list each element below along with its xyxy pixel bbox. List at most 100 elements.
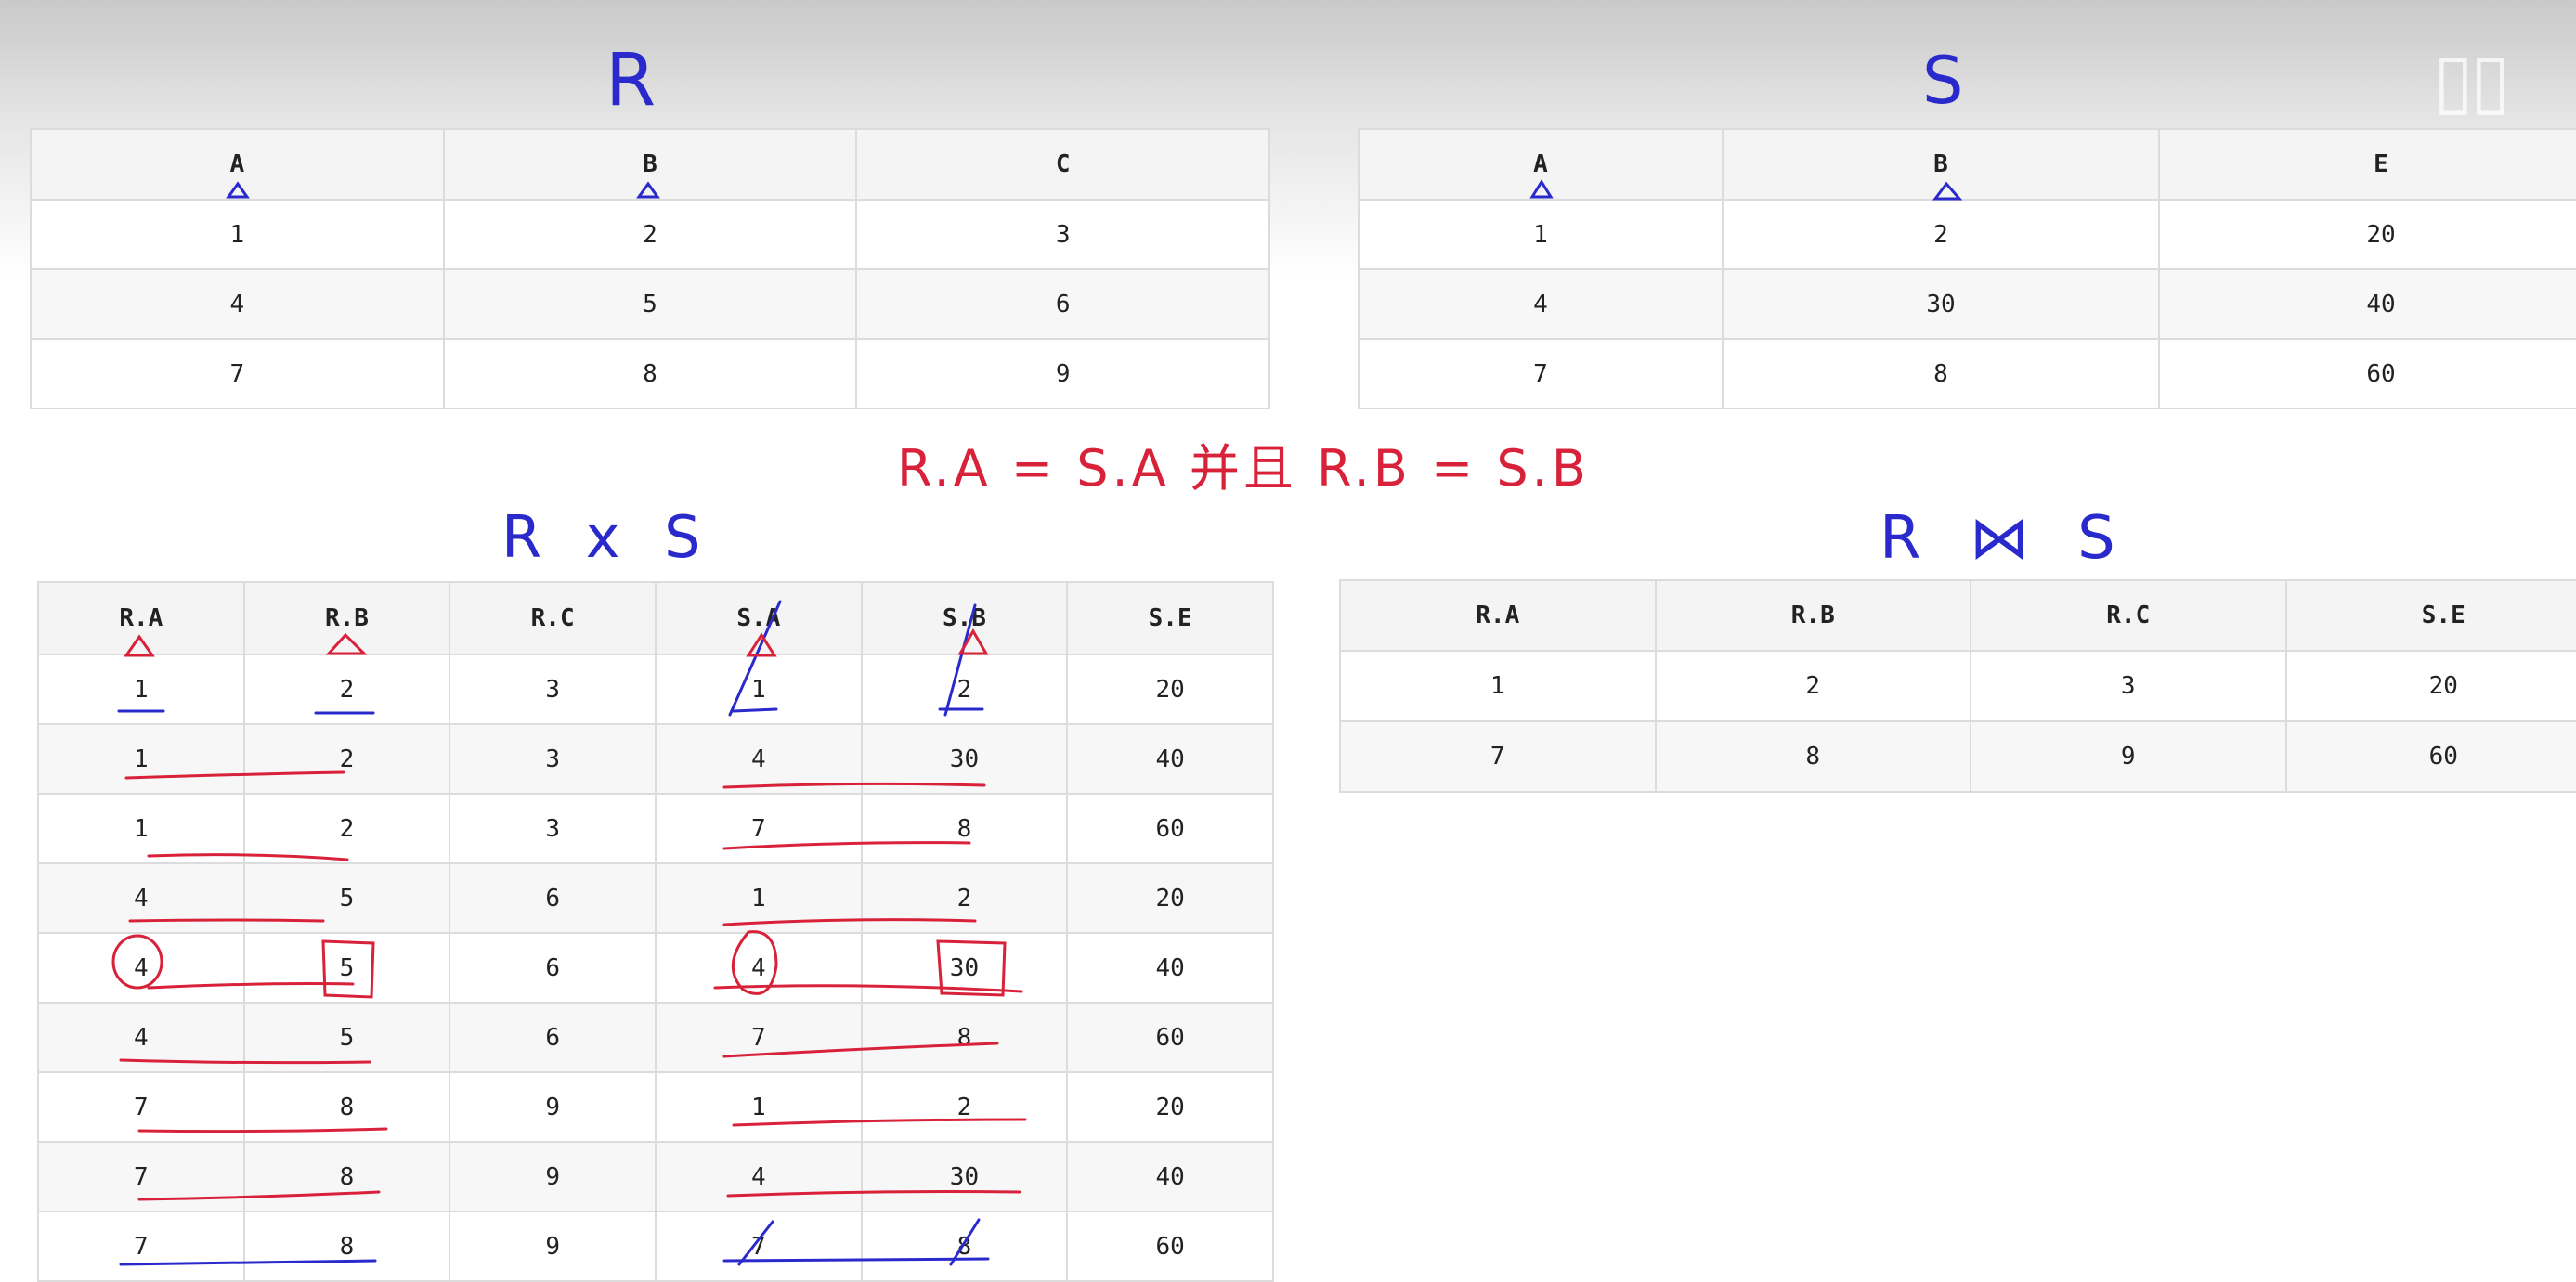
- table-cell: 1: [1359, 200, 1723, 269]
- table-cell: 9: [1971, 721, 2286, 792]
- column-header: C: [856, 129, 1269, 200]
- table-s: A B E 1 2 20 4 30 40 7 8 60: [1358, 128, 2576, 409]
- column-header: A: [31, 129, 444, 200]
- column-header: B: [444, 129, 857, 200]
- column-header: R.C: [1971, 580, 2286, 651]
- table-row: 1 2 20: [1359, 200, 2576, 269]
- table-row: 4 5 6 4 30 40: [38, 933, 1273, 1003]
- table-cell: 30: [862, 1142, 1068, 1211]
- table-cell: 30: [862, 933, 1068, 1003]
- table-cell: 20: [2286, 651, 2576, 721]
- column-header: R.C: [449, 582, 656, 654]
- table-cell: 2: [244, 724, 450, 794]
- table-cell: 7: [1359, 339, 1723, 408]
- table-cell: 9: [449, 1211, 656, 1281]
- table-natural-join: R.A R.B R.C S.E 1 2 3 20 7 8 9 60: [1339, 579, 2576, 793]
- table-row: 1 2 3 1 2 20: [38, 654, 1273, 724]
- table-cell: 2: [862, 863, 1068, 933]
- table-cell: 2: [244, 794, 450, 863]
- table-cell: 60: [2159, 339, 2576, 408]
- table-row: 7 8 9: [31, 339, 1269, 408]
- table-row: 7 8 9 1 2 20: [38, 1072, 1273, 1142]
- table-cell: 40: [1067, 724, 1273, 794]
- watermark-logo: ▯▯: [2433, 37, 2507, 123]
- table-row: 4 5 6 1 2 20: [38, 863, 1273, 933]
- table-cell: 8: [244, 1142, 450, 1211]
- column-header: A: [1359, 129, 1723, 200]
- table-cell: 1: [1340, 651, 1656, 721]
- table-cell: 9: [449, 1072, 656, 1142]
- table-cell: 20: [1067, 1072, 1273, 1142]
- title-r: R: [605, 45, 656, 117]
- column-header: R.A: [1340, 580, 1656, 651]
- table-row: 1 2 3 4 30 40: [38, 724, 1273, 794]
- table-row: 1 2 3 7 8 60: [38, 794, 1273, 863]
- table-header-row: R.A R.B R.C S.A S.B S.E: [38, 582, 1273, 654]
- table-cell: 7: [656, 1003, 862, 1072]
- table-cell: 60: [1067, 1003, 1273, 1072]
- table-cell: 4: [656, 933, 862, 1003]
- table-cell: 7: [38, 1072, 244, 1142]
- table-cell: 5: [244, 933, 450, 1003]
- table-cell: 2: [1723, 200, 2159, 269]
- table-cell: 60: [1067, 1211, 1273, 1281]
- table-cell: 1: [656, 1072, 862, 1142]
- title-s: S: [1922, 48, 1963, 113]
- table-cell: 7: [656, 794, 862, 863]
- table-cell: 9: [856, 339, 1269, 408]
- table-cell: 40: [1067, 1142, 1273, 1211]
- table-row: 4 30 40: [1359, 269, 2576, 339]
- table-cell: 5: [244, 863, 450, 933]
- table-cell: 7: [38, 1142, 244, 1211]
- table-row: 7 8 9 7 8 60: [38, 1211, 1273, 1281]
- table-cell: 2: [862, 654, 1068, 724]
- table-cell: 9: [449, 1142, 656, 1211]
- table-cell: 6: [449, 933, 656, 1003]
- table-row: 1 2 3: [31, 200, 1269, 269]
- column-header: S.B: [862, 582, 1068, 654]
- table-row: 7 8 9 4 30 40: [38, 1142, 1273, 1211]
- column-header: S.A: [656, 582, 862, 654]
- table-cell: 8: [862, 1211, 1068, 1281]
- table-cell: 1: [31, 200, 444, 269]
- table-cell: 7: [31, 339, 444, 408]
- table-header-row: R.A R.B R.C S.E: [1340, 580, 2576, 651]
- table-cell: 4: [656, 1142, 862, 1211]
- column-header: E: [2159, 129, 2576, 200]
- table-cell: 3: [449, 724, 656, 794]
- table-cell: 4: [38, 1003, 244, 1072]
- table-row: 4 5 6: [31, 269, 1269, 339]
- table-cell: 40: [2159, 269, 2576, 339]
- table-cell: 1: [38, 654, 244, 724]
- table-cell: 8: [244, 1072, 450, 1142]
- table-cell: 8: [862, 794, 1068, 863]
- table-cell: 30: [862, 724, 1068, 794]
- table-row: 4 5 6 7 8 60: [38, 1003, 1273, 1072]
- column-header: S.E: [1067, 582, 1273, 654]
- table-cell: 1: [656, 863, 862, 933]
- table-cell: 7: [38, 1211, 244, 1281]
- table-cell: 20: [2159, 200, 2576, 269]
- table-cell: 3: [1971, 651, 2286, 721]
- table-cell: 5: [444, 269, 857, 339]
- table-cell: 2: [1656, 651, 1971, 721]
- table-cell: 2: [862, 1072, 1068, 1142]
- table-cell: 60: [2286, 721, 2576, 792]
- table-cell: 4: [656, 724, 862, 794]
- table-header-row: A B C: [31, 129, 1269, 200]
- table-cell: 6: [449, 1003, 656, 1072]
- title-rxs: R x S: [501, 509, 714, 566]
- table-cell: 30: [1723, 269, 2159, 339]
- table-cell: 60: [1067, 794, 1273, 863]
- table-cell: 8: [1656, 721, 1971, 792]
- table-cell: 40: [1067, 933, 1273, 1003]
- column-header: S.E: [2286, 580, 2576, 651]
- table-cell: 20: [1067, 863, 1273, 933]
- table-r: A B C 1 2 3 4 5 6 7 8 9: [30, 128, 1270, 409]
- table-cell: 6: [856, 269, 1269, 339]
- table-cell: 7: [1340, 721, 1656, 792]
- table-cell: 4: [38, 933, 244, 1003]
- table-cell: 4: [1359, 269, 1723, 339]
- table-cartesian-product: R.A R.B R.C S.A S.B S.E 1 2 3 1 2 20 1 2…: [37, 581, 1274, 1282]
- table-header-row: A B E: [1359, 129, 2576, 200]
